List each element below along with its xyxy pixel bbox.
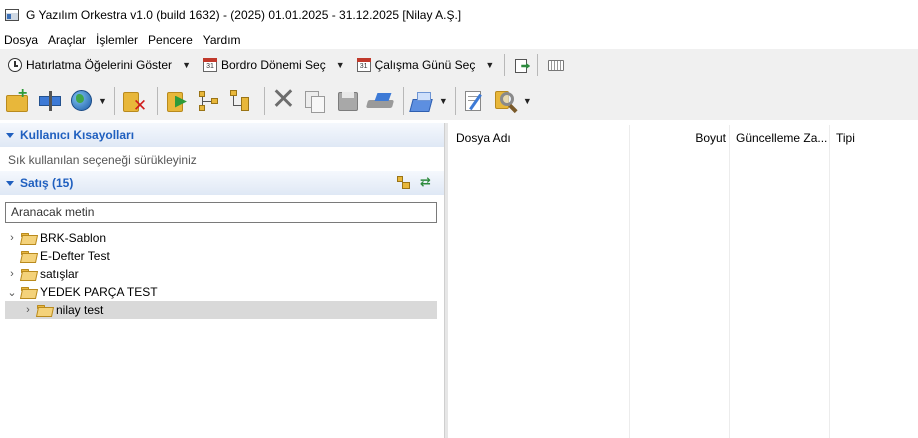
workday-dropdown[interactable]: 31 Çalışma Günü Seç ▼ (353, 53, 499, 77)
search-icon[interactable] (493, 87, 521, 115)
scan-icon[interactable] (365, 87, 394, 115)
globe-icon[interactable] (68, 87, 96, 115)
sales-header-actions: ⇄ (396, 175, 434, 189)
tree-item[interactable]: ⌄ YEDEK PARÇA TEST (6, 283, 158, 301)
column-header-filename[interactable]: Dosya Adı (456, 125, 626, 151)
tree-item[interactable]: › satışlar (6, 265, 79, 283)
tree-structure-icon[interactable] (195, 87, 223, 115)
dropdown-arrow-icon[interactable]: ▼ (439, 96, 448, 106)
expand-chevron-icon[interactable]: › (22, 304, 34, 316)
top-toolbar: Hatırlatma Öğelerini Göster ▼ 31 Bordro … (0, 49, 918, 81)
folder-icon (21, 268, 36, 280)
workday-label: Çalışma Günü Seç (374, 58, 476, 72)
export-icon[interactable] (513, 57, 531, 73)
delete-folder-icon[interactable]: ✕ (120, 87, 148, 115)
refresh-icon[interactable]: ⇄ (420, 175, 434, 189)
tree-item-label: BRK-Sablon (40, 231, 107, 245)
dropdown-arrow-icon[interactable]: ▼ (523, 96, 532, 106)
tree-item-label: E-Defter Test (40, 249, 110, 263)
menu-dosya[interactable]: Dosya (0, 33, 44, 47)
reminders-dropdown[interactable]: Hatırlatma Öğelerini Göster ▼ (4, 53, 195, 77)
column-divider[interactable] (829, 125, 830, 438)
title-bar: G Yazılım Orkestra v1.0 (build 1632) - (… (0, 0, 918, 30)
toolbar-separator (156, 86, 158, 115)
clock-icon (8, 58, 22, 72)
toolbar-separator (504, 54, 506, 76)
shortcuts-title: Kullanıcı Kısayolları (20, 128, 135, 142)
tree-search-input[interactable]: Aranacak metin (5, 202, 437, 223)
calendar-icon: 31 (356, 58, 371, 72)
menu-yardim[interactable]: Yardım (199, 33, 247, 47)
icon-toolbar: + ▼ ✕ ✕ ▼ ▼ (0, 81, 918, 120)
column-divider[interactable] (729, 125, 730, 438)
tree-item-label: satışlar (40, 267, 79, 281)
left-panel: Kullanıcı Kısayolları Sık kullanılan seç… (0, 123, 444, 438)
column-divider[interactable] (629, 125, 630, 438)
window-title: G Yazılım Orkestra v1.0 (build 1632) - (… (26, 8, 462, 22)
column-header-modified[interactable]: Güncelleme Za... (736, 125, 828, 151)
folder-icon (21, 286, 36, 298)
dropdown-arrow-icon: ▼ (182, 60, 191, 70)
tree-view-icon[interactable] (396, 175, 410, 189)
reminders-label: Hatırlatma Öğelerini Göster (26, 58, 173, 72)
edit-field-icon[interactable] (36, 87, 64, 115)
tree-item-label: YEDEK PARÇA TEST (40, 285, 158, 299)
app-icon (5, 9, 19, 21)
expand-chevron-icon[interactable]: › (6, 268, 18, 280)
payroll-period-label: Bordro Dönemi Seç (220, 58, 326, 72)
shortcuts-hint: Sık kullanılan seçeneği sürükleyiniz (8, 153, 197, 167)
sales-header[interactable]: Satış (15) ⇄ (0, 171, 444, 195)
menu-pencere[interactable]: Pencere (144, 33, 199, 47)
tree-item[interactable]: › BRK-Sablon (6, 229, 106, 247)
column-header-type[interactable]: Tipi (836, 125, 906, 151)
menu-bar: Dosya Araçlar İşlemler Pencere Yardım (0, 30, 918, 49)
column-header-size[interactable]: Boyut (630, 125, 726, 151)
copy-icon[interactable] (302, 87, 330, 115)
menu-islemler[interactable]: İşlemler (92, 33, 144, 47)
tree-item[interactable]: E-Defter Test (6, 247, 110, 265)
folder-icon (21, 250, 36, 262)
dropdown-arrow-icon: ▼ (485, 60, 495, 70)
toolbar-separator (113, 86, 115, 115)
collapse-icon[interactable] (6, 180, 14, 186)
collapse-icon[interactable] (6, 132, 14, 138)
dropdown-arrow-icon: ▼ (335, 60, 345, 70)
toolbar-separator (263, 86, 265, 115)
shortcuts-header[interactable]: Kullanıcı Kısayolları (0, 123, 444, 147)
collapse-chevron-icon[interactable]: ⌄ (6, 286, 18, 299)
toolbar-separator (537, 54, 539, 76)
notes-edit-icon[interactable] (461, 87, 489, 115)
toolbar-separator (402, 86, 404, 115)
open-folder-icon[interactable] (163, 87, 191, 115)
dropdown-arrow-icon[interactable]: ▼ (98, 96, 107, 106)
report-icon[interactable] (409, 87, 437, 115)
sales-title: Satış (15) (20, 176, 74, 190)
toolbar-separator (454, 86, 456, 115)
calendar-icon: 31 (202, 58, 217, 72)
hierarchy-icon[interactable] (227, 87, 255, 115)
folder-icon (37, 304, 52, 316)
tree-item-selected[interactable]: › nilay test (5, 301, 437, 319)
new-folder-icon[interactable]: + (4, 85, 32, 115)
keyboard-icon[interactable] (548, 59, 565, 71)
tree-item-label: nilay test (56, 303, 104, 317)
file-table: Dosya Adı Boyut Güncelleme Za... Tipi (448, 123, 918, 438)
menu-araclar[interactable]: Araçlar (44, 33, 92, 47)
delete-icon[interactable]: ✕ (270, 84, 298, 115)
folder-icon (21, 232, 36, 244)
payroll-period-dropdown[interactable]: 31 Bordro Dönemi Seç ▼ (199, 53, 349, 77)
expand-chevron-icon[interactable]: › (6, 232, 18, 244)
save-icon[interactable] (334, 87, 362, 115)
